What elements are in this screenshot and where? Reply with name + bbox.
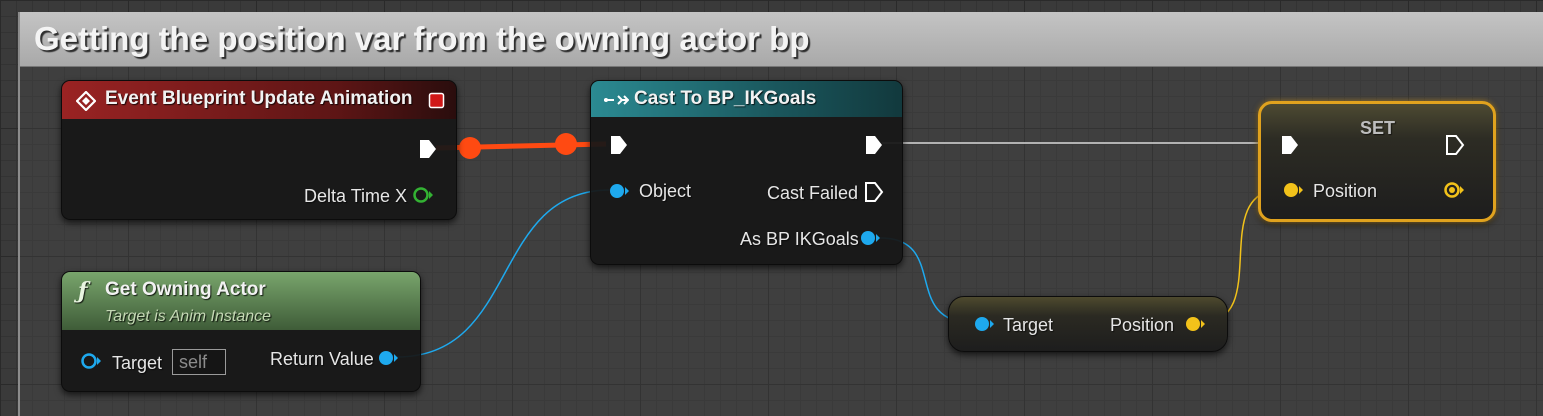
delta-time-pin[interactable] [412,186,436,204]
position-output-pin[interactable] [1443,181,1467,199]
cast-node-title: Cast To BP_IKGoals [634,88,817,109]
cast-node-header[interactable]: Cast To BP_IKGoals [591,81,902,117]
exec-input-pin[interactable] [1280,134,1300,156]
return-value-label: Return Value [270,349,374,369]
get-owning-actor-title: Get Owning Actor [105,279,266,300]
exec-output-pin[interactable] [864,134,884,156]
function-icon: ƒ [78,278,88,304]
position-output-pin[interactable] [1184,315,1208,333]
as-bp-ikgoals-pin[interactable] [859,229,883,247]
as-bp-ikgoals-label: As BP IKGoals [740,229,859,249]
exec-wire-reroute-dot[interactable] [555,133,577,155]
cast-to-bp-ikgoals-node[interactable]: Cast To BP_IKGoals Object Cast Failed As… [590,80,903,265]
exec-input-pin[interactable] [609,134,629,156]
get-owning-actor-node[interactable]: ƒ Get Owning Actor Target is Anim Instan… [61,271,421,392]
cast-failed-exec-pin[interactable] [864,181,884,203]
event-node-header[interactable]: Event Blueprint Update Animation [62,81,456,119]
set-node-title: SET [1360,118,1396,138]
target-input-pin[interactable] [973,315,997,333]
event-update-animation-node[interactable]: Event Blueprint Update Animation Delta T… [61,80,457,220]
exec-wire-reroute-dot[interactable] [459,137,481,159]
target-input-pin[interactable] [80,352,104,370]
event-node-title: Event Blueprint Update Animation [105,88,413,109]
return-value-pin[interactable] [377,349,401,367]
event-diamond-icon [76,91,96,111]
position-label: Position [1313,181,1378,201]
delta-time-label: Delta Time X [304,186,408,206]
position-label: Position [1110,315,1175,335]
exec-output-pin[interactable] [1445,134,1465,156]
position-input-pin[interactable] [1282,181,1306,199]
get-owning-actor-subtitle: Target is Anim Instance [105,308,272,325]
delegate-output-icon[interactable] [428,92,445,109]
get-owning-actor-header[interactable]: ƒ Get Owning Actor Target is Anim Instan… [62,272,420,330]
cast-failed-label: Cast Failed [767,183,859,203]
target-label: Target [112,353,163,373]
object-input-pin[interactable] [608,182,632,200]
target-self-field[interactable]: self [172,349,226,375]
set-position-node[interactable]: SET Position [1258,101,1496,222]
object-label: Object [639,181,692,201]
exec-output-pin[interactable] [418,138,438,160]
cast-icon [604,95,629,105]
get-position-node[interactable]: Target Position [948,296,1228,352]
target-label: Target [1003,315,1054,335]
